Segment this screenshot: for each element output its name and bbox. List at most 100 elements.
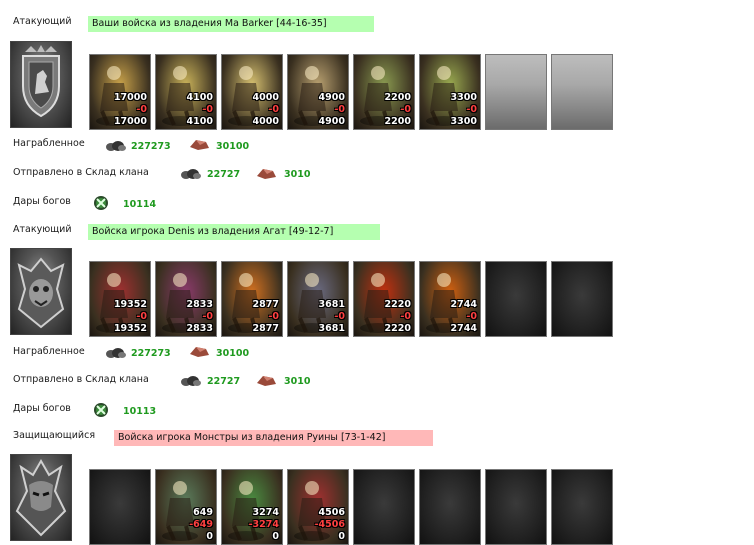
unit-slot[interactable]: 19352 -0 19352: [89, 261, 151, 337]
attacker-label-1: Атакующий: [13, 16, 72, 27]
ore-icon: [105, 138, 127, 152]
crystal-icon: [255, 166, 277, 180]
unit-loss: -0: [400, 311, 411, 322]
unit-slot[interactable]: 2220 -0 2220: [353, 261, 415, 337]
unit-slot[interactable]: 4900 -0 4900: [287, 54, 349, 130]
unit-row-2: 19352 -0 19352 2833 -0 2833 2877 -0 2877 3681 -0 36…: [89, 261, 619, 337]
ore-icon: [105, 345, 127, 359]
unit-loss: -0: [334, 311, 345, 322]
unit-row-3: 649 -649 0 3274 -3274 0 4506 -4506 0: [89, 469, 619, 545]
army-banner-1: Ваши войска из владения Ma Barker [44-16…: [88, 16, 374, 32]
unit-slot[interactable]: 2877 -0 2877: [221, 261, 283, 337]
unit-slot[interactable]: 4100 -0 4100: [155, 54, 217, 130]
loot-crystal-value-1: 30100: [216, 141, 250, 152]
empty-unit-slot: [551, 54, 613, 130]
unit-count: 4000: [252, 92, 279, 103]
unit-remaining: 0: [272, 531, 279, 542]
unit-loss: -0: [268, 104, 279, 115]
unit-count: 2877: [252, 299, 279, 310]
unit-remaining: 0: [338, 531, 345, 542]
unit-slot[interactable]: 3681 -0 3681: [287, 261, 349, 337]
gifts-label-1: Дары богов: [13, 196, 71, 207]
unit-remaining: 3300: [450, 116, 477, 127]
unit-remaining: 19352: [113, 323, 147, 334]
empty-unit-slot: [485, 261, 547, 337]
unit-slot[interactable]: 4506 -4506 0: [287, 469, 349, 545]
empty-unit-slot: [551, 261, 613, 337]
unit-remaining: 2744: [450, 323, 477, 334]
unit-remaining: 2200: [384, 116, 411, 127]
crystal-icon: [188, 137, 210, 151]
unit-loss: -0: [202, 311, 213, 322]
unit-slot[interactable]: 17000 -0 17000: [89, 54, 151, 130]
unit-slot[interactable]: 3274 -3274 0: [221, 469, 283, 545]
unit-remaining: 17000: [113, 116, 147, 127]
empty-unit-slot: [551, 469, 613, 545]
unit-loss: -0: [466, 311, 477, 322]
clan-label-1: Отправлено в Склад клана: [13, 167, 149, 178]
unit-loss: -0: [400, 104, 411, 115]
unit-loss: -0: [466, 104, 477, 115]
unit-remaining: 2833: [186, 323, 213, 334]
army-banner-2: Войска игрока Denis из владения Агат [49…: [88, 224, 380, 240]
knight-crest-icon: [10, 41, 72, 128]
demon-crest-icon: [10, 248, 72, 335]
defender-label: Защищающийся: [13, 430, 96, 441]
unit-loss: -0: [268, 311, 279, 322]
unit-loss: -3274: [248, 519, 279, 530]
empty-unit-slot: [485, 54, 547, 130]
loot-ore-value-1: 227273: [131, 141, 171, 152]
empty-unit-slot: [89, 469, 151, 545]
unit-slot[interactable]: 4000 -0 4000: [221, 54, 283, 130]
empty-unit-slot: [419, 469, 481, 545]
gift-orb-icon: [93, 195, 109, 211]
unit-loss: -0: [334, 104, 345, 115]
unit-remaining: 2877: [252, 323, 279, 334]
unit-slot[interactable]: 2833 -0 2833: [155, 261, 217, 337]
loot-label-1: Награбленное: [13, 138, 85, 149]
unit-remaining: 0: [206, 531, 213, 542]
crystal-icon: [255, 373, 277, 387]
unit-count: 4100: [186, 92, 213, 103]
unit-count: 3681: [318, 299, 345, 310]
unit-count: 3300: [450, 92, 477, 103]
unit-count: 2200: [384, 92, 411, 103]
clan-crystal-value-1: 3010: [284, 169, 311, 180]
unit-row-1: 17000 -0 17000 4100 -0 4100 4000 -0 4000 4900 -0 49…: [89, 54, 619, 130]
unit-loss: -0: [136, 104, 147, 115]
monster-crest-icon: [10, 454, 72, 541]
empty-unit-slot: [353, 469, 415, 545]
unit-loss: -0: [202, 104, 213, 115]
loot-label-2: Награбленное: [13, 346, 85, 357]
unit-remaining: 3681: [318, 323, 345, 334]
clan-ore-value-1: 22727: [207, 169, 241, 180]
gift-orb-icon: [93, 402, 109, 418]
unit-slot[interactable]: 649 -649 0: [155, 469, 217, 545]
unit-count: 4900: [318, 92, 345, 103]
unit-count: 4506: [318, 507, 345, 518]
unit-count: 2833: [186, 299, 213, 310]
unit-count: 2220: [384, 299, 411, 310]
unit-slot[interactable]: 2200 -0 2200: [353, 54, 415, 130]
unit-count: 19352: [113, 299, 147, 310]
gifts-value-2: 10113: [123, 406, 157, 417]
unit-remaining: 4900: [318, 116, 345, 127]
army-banner-3: Войска игрока Монстры из владения Руины …: [114, 430, 433, 446]
ore-icon: [180, 373, 202, 387]
attacker-label-2: Атакующий: [13, 224, 72, 235]
unit-count: 2744: [450, 299, 477, 310]
unit-count: 3274: [252, 507, 279, 518]
unit-count: 649: [193, 507, 213, 518]
unit-slot[interactable]: 2744 -0 2744: [419, 261, 481, 337]
clan-ore-value-2: 22727: [207, 376, 241, 387]
unit-remaining: 2220: [384, 323, 411, 334]
clan-label-2: Отправлено в Склад клана: [13, 374, 149, 385]
unit-count: 17000: [113, 92, 147, 103]
gifts-value-1: 10114: [123, 199, 157, 210]
empty-unit-slot: [485, 469, 547, 545]
unit-loss: -4506: [314, 519, 345, 530]
unit-slot[interactable]: 3300 -0 3300: [419, 54, 481, 130]
unit-remaining: 4100: [186, 116, 213, 127]
ore-icon: [180, 166, 202, 180]
loot-crystal-value-2: 30100: [216, 348, 250, 359]
